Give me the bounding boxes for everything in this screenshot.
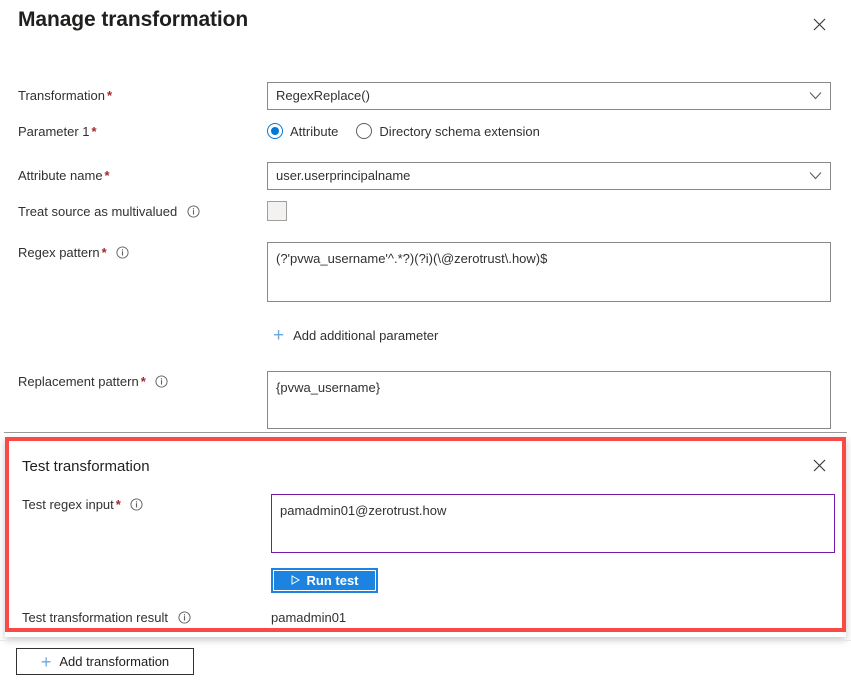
test-transformation-result-value: pamadmin01 <box>271 610 347 625</box>
transformation-select-wrapper: RegexReplace() <box>267 82 831 110</box>
attribute-name-select-wrapper: user.userprincipalname <box>267 162 831 190</box>
transformation-label: Transformation * <box>18 88 112 103</box>
page-title: Manage transformation <box>18 8 249 31</box>
info-icon[interactable] <box>178 611 191 628</box>
section-divider <box>4 432 847 433</box>
close-icon[interactable] <box>807 12 831 36</box>
run-test-button[interactable]: Run test <box>271 568 378 593</box>
radio-attribute-dot <box>267 123 283 139</box>
chevron-down-icon <box>809 89 822 104</box>
transformation-select-value: RegexReplace() <box>276 88 370 103</box>
attribute-name-label: Attribute name * <box>18 168 110 183</box>
info-icon[interactable] <box>130 498 144 515</box>
plus-icon: + <box>273 325 285 346</box>
replacement-pattern-input-wrapper: {pvwa_username} <box>267 371 831 429</box>
radio-directory-schema-extension-dot <box>356 123 373 139</box>
regex-pattern-input-wrapper: (?'pvwa_username'^.*?)(?i)(\@zerotrust\.… <box>267 242 831 302</box>
radio-attribute[interactable]: Attribute <box>267 123 338 139</box>
test-transformation-result-label: Test transformation result <box>22 610 191 628</box>
radio-attribute-label: Attribute <box>290 123 339 139</box>
play-icon <box>291 574 300 587</box>
add-transformation-button[interactable]: + Add transformation <box>16 648 194 675</box>
regex-pattern-label: Regex pattern * <box>18 245 129 263</box>
radio-directory-schema-extension[interactable]: Directory schema extension <box>356 123 540 139</box>
radio-directory-schema-extension-label: Directory schema extension <box>379 123 540 139</box>
close-glyph <box>813 18 825 30</box>
test-regex-input-wrapper: pamadmin01@zerotrust.how <box>271 494 835 553</box>
required-marker: * <box>140 374 146 389</box>
treat-source-as-multivalued-label: Treat source as multivalued <box>18 204 200 222</box>
panel-header: Manage transformation <box>0 0 851 52</box>
required-marker: * <box>115 497 121 512</box>
info-icon[interactable] <box>155 375 168 392</box>
replacement-pattern-input[interactable]: {pvwa_username} <box>267 371 831 429</box>
test-transformation-section: Test transformation Test regex input * pa… <box>5 437 846 632</box>
add-additional-parameter-wrapper: + Add additional parameter <box>273 326 438 345</box>
required-marker: * <box>104 168 110 183</box>
attribute-name-select[interactable]: user.userprincipalname <box>267 162 831 190</box>
add-additional-parameter-label: Add additional parameter <box>293 328 439 343</box>
close-glyph <box>813 459 825 471</box>
attribute-name-select-value: user.userprincipalname <box>276 168 411 183</box>
run-test-label: Run test <box>306 573 359 588</box>
treat-source-as-multivalued-checkbox-wrapper <box>267 201 287 221</box>
test-regex-input[interactable]: pamadmin01@zerotrust.how <box>271 494 835 553</box>
regex-pattern-input[interactable]: (?'pvwa_username'^.*?)(?i)(\@zerotrust\.… <box>267 242 831 302</box>
test-transformation-title: Test transformation <box>22 458 150 475</box>
chevron-down-icon <box>809 169 822 184</box>
run-test-inner: Run test <box>273 570 376 591</box>
required-marker: * <box>91 124 97 139</box>
parameter-1-radio-group: Attribute Directory schema extension <box>267 121 558 141</box>
close-icon[interactable] <box>808 454 830 476</box>
required-marker: * <box>106 88 112 103</box>
parameter-1-label: Parameter 1 * <box>18 124 97 139</box>
info-icon[interactable] <box>116 246 129 263</box>
info-icon[interactable] <box>187 205 200 222</box>
footer-divider <box>0 640 851 641</box>
run-test-wrapper: Run test <box>271 568 378 596</box>
plus-icon: + <box>40 651 52 672</box>
add-transformation-label: Add transformation <box>59 654 170 669</box>
treat-source-as-multivalued-checkbox[interactable] <box>267 201 287 221</box>
add-additional-parameter-button[interactable]: + Add additional parameter <box>273 326 438 345</box>
required-marker: * <box>101 245 107 260</box>
test-regex-input-label: Test regex input * <box>22 497 144 515</box>
replacement-pattern-label: Replacement pattern * <box>18 374 168 392</box>
transformation-select[interactable]: RegexReplace() <box>267 82 831 110</box>
